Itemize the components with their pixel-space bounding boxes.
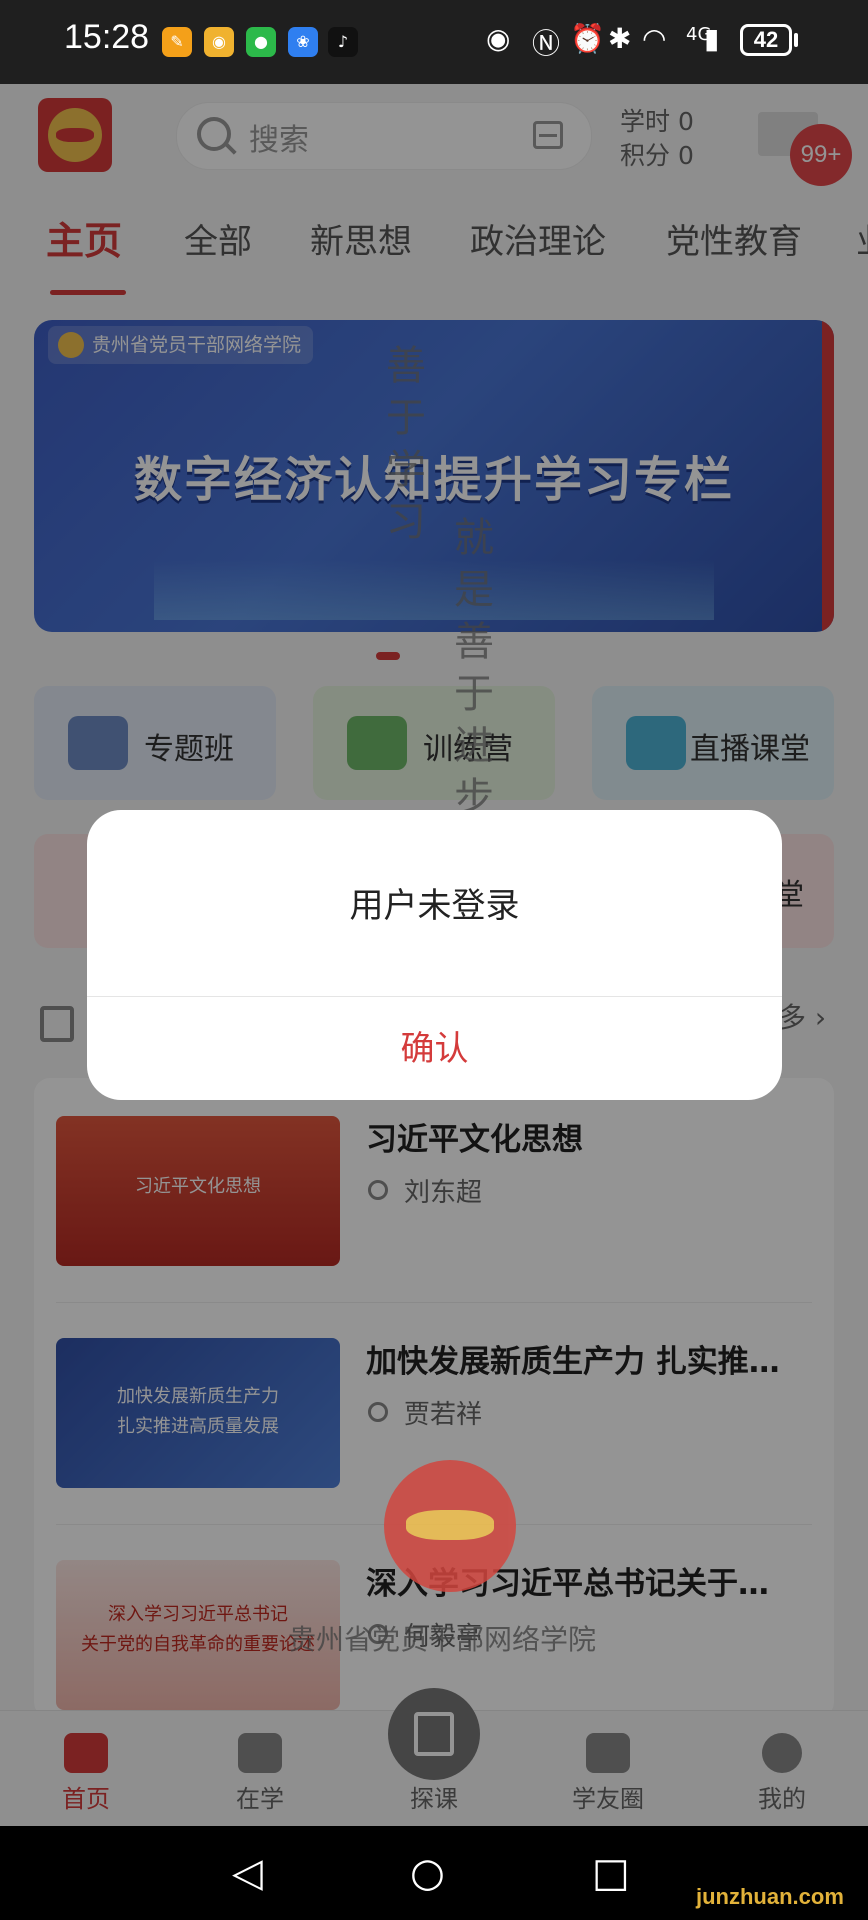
site-watermark: junzhuan.com — [696, 1884, 844, 1909]
status-bar: 15:28 ✎ ◉ ● ❀ ♪ ◉ Ⓝ ⏰ ✱ ◠ 4G ▮ 42 — [0, 0, 868, 84]
login-alert-dialog: 用户未登录 确认 — [87, 810, 782, 1100]
battery-icon — [794, 33, 798, 47]
wechat-icon: ● — [246, 27, 276, 57]
watermark-text-col2: 就是善于进步 — [454, 515, 494, 821]
status-time: 15:28 — [64, 18, 150, 56]
tiktok-icon: ♪ — [328, 27, 358, 57]
signal-icon: ▮ — [704, 22, 720, 55]
wifi-icon: ◠ — [642, 22, 667, 55]
back-icon[interactable]: ◁ — [232, 1850, 263, 1896]
watermark-text-col1: 善于学习 — [386, 343, 426, 545]
watermark-seal-logo — [384, 1460, 516, 1592]
bluetooth-icon: ✱ — [608, 22, 632, 55]
alarm-icon: ⏰ — [570, 22, 605, 55]
watermark-org: 贵州省党员干部网络学院 — [288, 1623, 597, 1656]
recents-icon[interactable]: □ — [592, 1850, 630, 1896]
confirm-button[interactable]: 确认 — [87, 996, 782, 1100]
weibo-icon: ◉ — [204, 27, 234, 57]
eye-icon: ◉ — [486, 22, 511, 55]
nfc-icon: Ⓝ — [532, 27, 561, 60]
cloud-app-icon: ❀ — [288, 27, 318, 57]
home-circle-icon[interactable]: ○ — [410, 1850, 445, 1896]
notes-app-icon: ✎ — [162, 27, 192, 57]
dialog-message: 用户未登录 — [349, 886, 520, 926]
battery-level: 42 — [740, 24, 792, 56]
